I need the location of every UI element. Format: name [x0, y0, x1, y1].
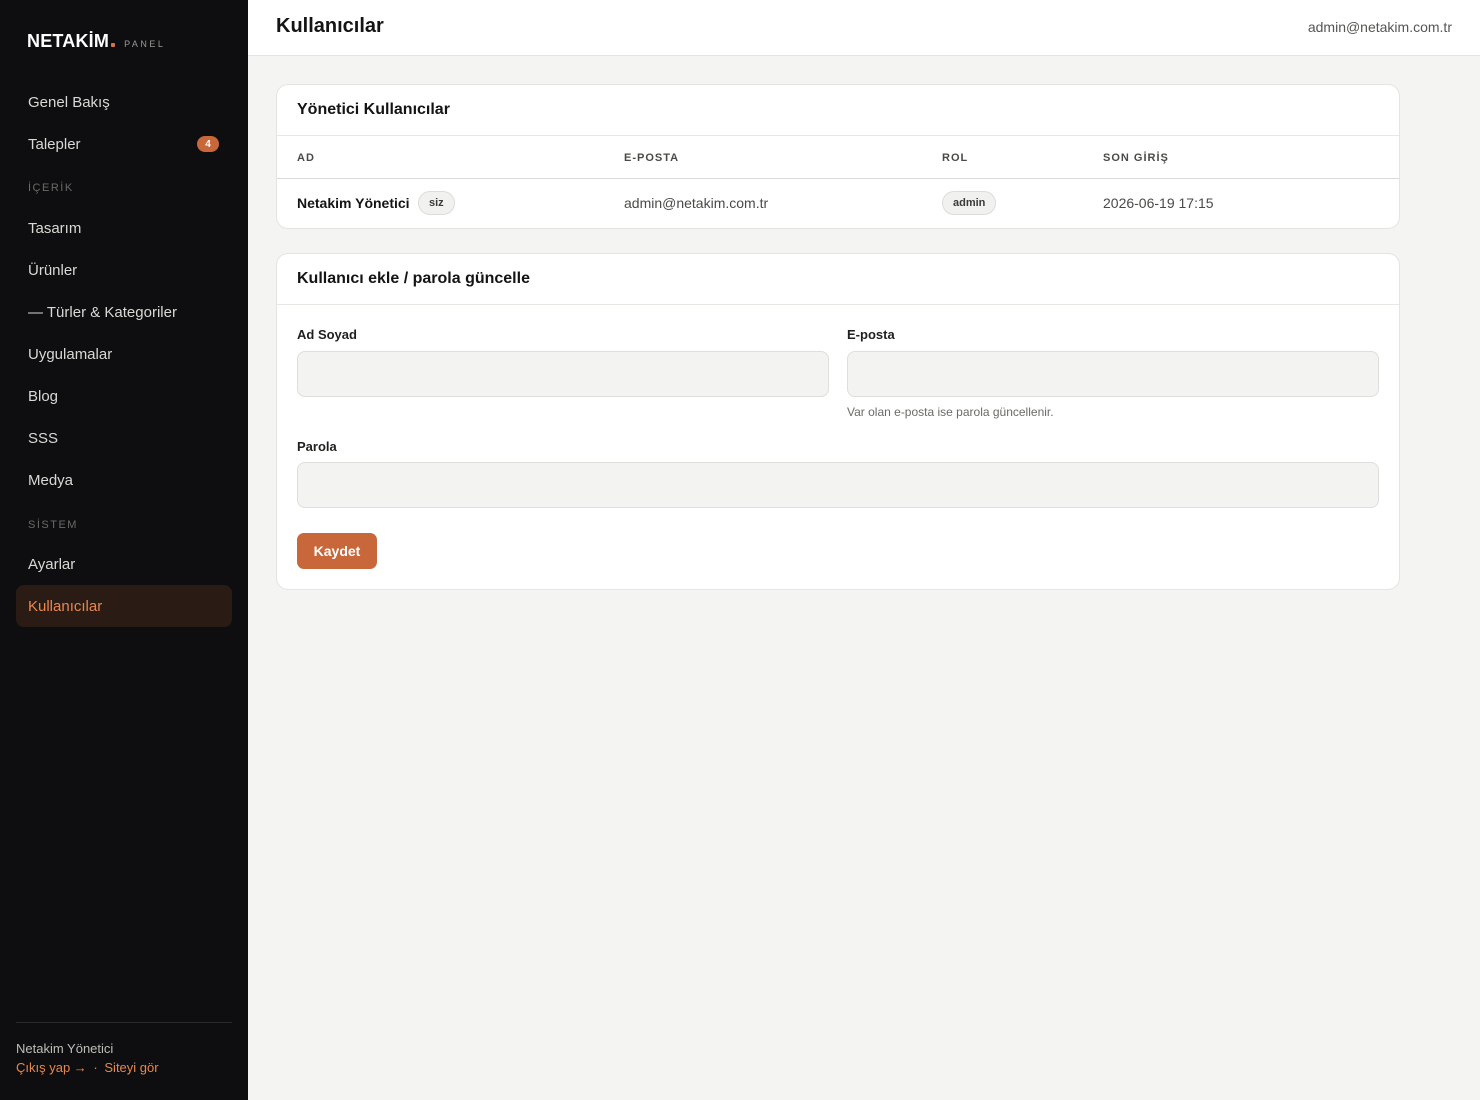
- brand-name: NETAKİM: [27, 31, 110, 51]
- view-site-link[interactable]: Siteyi gör: [104, 1060, 158, 1075]
- header-user-email: admin@netakim.com.tr: [1307, 19, 1452, 35]
- top-bar: Kullanıcılar admin@netakim.com.tr: [248, 0, 1480, 56]
- current-user-name: Netakim Yönetici: [16, 1041, 114, 1056]
- brand-subtitle: PANEL: [124, 39, 166, 49]
- email-label: E-posta: [847, 327, 895, 342]
- sidebar-item-label: Blog: [28, 387, 59, 405]
- email-input[interactable]: [847, 351, 1379, 397]
- sidebar-item-sss[interactable]: SSS: [16, 417, 232, 459]
- sidebar-item-label: Genel Bakış: [28, 93, 110, 111]
- requests-count-badge: 4: [197, 136, 219, 152]
- name-label: Ad Soyad: [297, 327, 357, 342]
- column-header-last-login: SON GİRİŞ: [1103, 152, 1169, 164]
- card-title: Yönetici Kullanıcılar: [277, 85, 1399, 136]
- sidebar-item-label: Ayarlar: [28, 555, 76, 573]
- name-input[interactable]: [297, 351, 829, 397]
- user-email: admin@netakim.com.tr: [624, 195, 769, 211]
- password-input[interactable]: [297, 462, 1379, 508]
- logout-link[interactable]: Çıkış yap →: [16, 1060, 87, 1075]
- sidebar-item-medya[interactable]: Medya: [16, 459, 232, 501]
- password-label: Parola: [297, 439, 337, 454]
- email-hint: Var olan e-posta ise parola güncellenir.: [847, 405, 1054, 419]
- table-row: Netakim Yönetici siz admin@netakim.com.t…: [277, 179, 1399, 228]
- table-header: AD E-POSTA ROL SON GİRİŞ: [277, 136, 1399, 179]
- link-separator: ·: [93, 1060, 98, 1075]
- sidebar: NETAKİM PANEL Genel Bakış Talepler 4 İÇE…: [0, 0, 248, 1100]
- section-label-system: SİSTEM: [28, 519, 78, 531]
- sidebar-item-label: Talepler: [28, 135, 81, 153]
- save-button[interactable]: Kaydet: [297, 533, 377, 569]
- sidebar-item-uygulamalar[interactable]: Uygulamalar: [16, 333, 232, 375]
- brand-dot: [111, 43, 116, 47]
- brand-logo[interactable]: NETAKİM PANEL: [27, 31, 165, 52]
- page-title: Kullanıcılar: [276, 15, 384, 37]
- sidebar-item-ayarlar[interactable]: Ayarlar: [16, 543, 232, 585]
- sidebar-footer: Netakim Yönetici Çıkış yap → · Siteyi gö…: [16, 1022, 232, 1075]
- sidebar-item-turler-kategoriler[interactable]: — Türler & Kategoriler: [16, 291, 232, 333]
- sidebar-item-tasarim[interactable]: Tasarım: [16, 207, 232, 249]
- sidebar-item-label: Uygulamalar: [28, 345, 113, 363]
- sidebar-item-label: Medya: [28, 471, 74, 489]
- column-header-role: ROL: [942, 152, 969, 164]
- sidebar-item-label: — Türler & Kategoriler: [28, 303, 177, 321]
- footer-links: Çıkış yap → · Siteyi gör: [16, 1060, 232, 1075]
- sidebar-item-label: Tasarım: [28, 219, 82, 237]
- sidebar-item-label: Ürünler: [28, 261, 78, 279]
- user-last-login: 2026-06-19 17:15: [1103, 195, 1214, 211]
- add-user-card: Kullanıcı ekle / parola güncelle Ad Soya…: [276, 253, 1400, 590]
- user-name: Netakim Yönetici: [297, 195, 410, 211]
- sidebar-item-kullanicilar[interactable]: Kullanıcılar: [16, 585, 232, 627]
- sidebar-item-label: SSS: [28, 429, 59, 447]
- column-header-name: AD: [297, 152, 315, 164]
- section-label-content: İÇERİK: [28, 182, 74, 194]
- card-title: Kullanıcı ekle / parola güncelle: [277, 254, 1399, 305]
- sidebar-item-genel-bakis[interactable]: Genel Bakış: [16, 81, 232, 123]
- sidebar-item-label: Kullanıcılar: [28, 597, 103, 615]
- you-tag: siz: [418, 191, 455, 215]
- sidebar-item-urunler[interactable]: Ürünler: [16, 249, 232, 291]
- sidebar-item-blog[interactable]: Blog: [16, 375, 232, 417]
- column-header-email: E-POSTA: [624, 152, 680, 164]
- admin-users-card: Yönetici Kullanıcılar AD E-POSTA ROL SON…: [276, 84, 1400, 229]
- role-badge: admin: [942, 191, 997, 215]
- sidebar-item-talepler[interactable]: Talepler 4: [16, 123, 232, 165]
